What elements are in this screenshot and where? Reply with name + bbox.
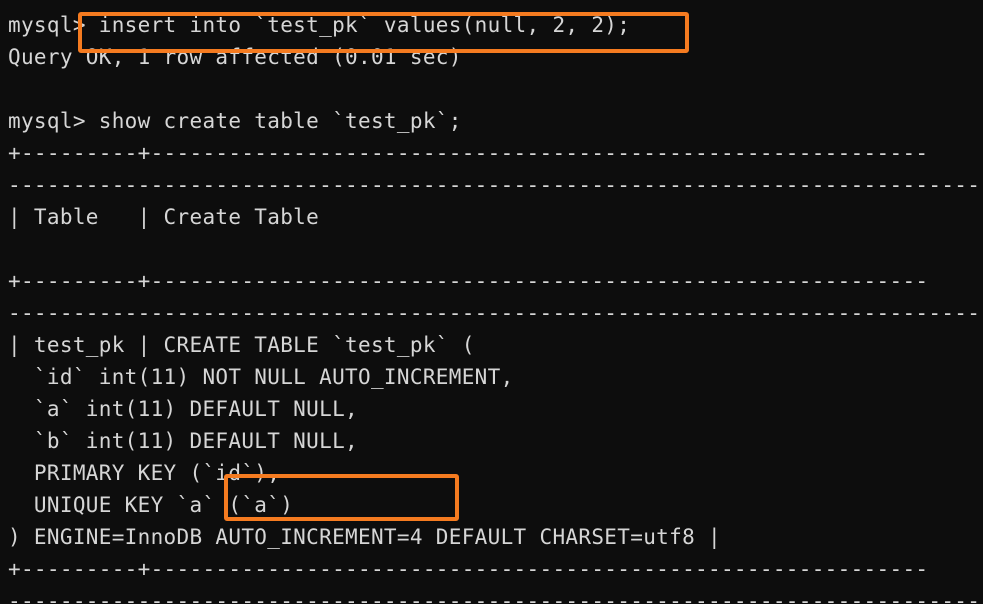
terminal-line: mysql> show create table `test_pk`;	[8, 109, 462, 133]
terminal-line: +---------+-----------------------------…	[8, 141, 929, 165]
terminal-line: `id` int(11) NOT NULL AUTO_INCREMENT,	[8, 365, 514, 389]
terminal-line: ----------------------------------------…	[8, 589, 981, 604]
terminal-line: mysql> insert into `test_pk` values(null…	[8, 13, 631, 37]
terminal-line: +---------+-----------------------------…	[8, 557, 929, 581]
terminal-line: Query OK, 1 row affected (0.01 sec)	[8, 45, 462, 69]
terminal-line: UNIQUE KEY `a` (`a`)	[8, 493, 294, 517]
terminal-line: +---------+-----------------------------…	[8, 269, 929, 293]
terminal-line: ----------------------------------------…	[8, 301, 981, 325]
terminal-line: | test_pk | CREATE TABLE `test_pk` (	[8, 333, 475, 357]
terminal-line: `a` int(11) DEFAULT NULL,	[8, 397, 359, 421]
terminal-line: ) ENGINE=InnoDB AUTO_INCREMENT=4 DEFAULT…	[8, 525, 721, 549]
terminal-output: mysql> insert into `test_pk` values(null…	[8, 9, 983, 604]
terminal-window[interactable]: mysql> insert into `test_pk` values(null…	[0, 0, 983, 604]
terminal-line: ----------------------------------------…	[8, 173, 981, 197]
terminal-line: PRIMARY KEY (`id`),	[8, 461, 281, 485]
terminal-line: `b` int(11) DEFAULT NULL,	[8, 429, 359, 453]
terminal-line: | Table | Create Table	[8, 205, 320, 229]
